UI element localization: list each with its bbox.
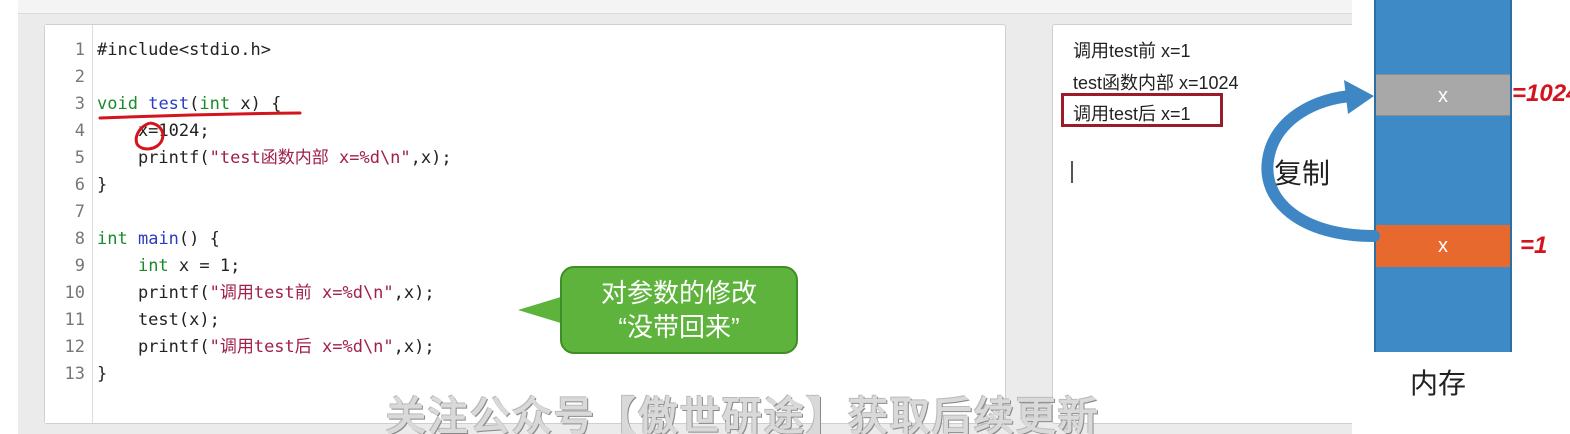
code-token: ,x); — [393, 283, 435, 303]
code-line[interactable]: 2 — [45, 64, 945, 91]
line-number: 8 — [74, 229, 85, 249]
code-token: } — [97, 175, 108, 195]
code-token: test — [148, 94, 190, 114]
code-token: int — [137, 256, 169, 276]
code-token: () { — [178, 229, 220, 249]
code-token: printf( — [97, 337, 210, 357]
code-token: ( — [189, 94, 200, 114]
code-line[interactable]: 12 printf("调用test后 x=%d\n",x); — [45, 334, 945, 361]
line-number: 13 — [64, 364, 85, 384]
output-line-inside: test函数内部 x=1024 — [1073, 73, 1239, 93]
code-line[interactable]: 8 int main() { — [45, 226, 945, 253]
code-text: printf("调用test后 x=%d\n",x); — [97, 334, 435, 361]
line-number: 11 — [64, 310, 85, 330]
memory-cell-param-x: x — [1376, 74, 1510, 116]
callout-line-2: “没带回来” — [618, 312, 740, 342]
code-token: int — [97, 229, 128, 249]
code-token: main — [137, 229, 179, 249]
handwritten-note-1: =1 — [1520, 232, 1548, 259]
memory-cell-main-x: x — [1376, 225, 1510, 267]
code-text: printf("test函数内部 x=%d\n",x); — [97, 145, 452, 172]
code-text: x=1024; — [97, 118, 210, 145]
line-number: 5 — [74, 148, 85, 168]
code-text: int x = 1; — [97, 253, 240, 280]
callout-line-1: 对参数的修改 — [600, 278, 757, 308]
code-text: #include<stdio.h> — [97, 37, 271, 64]
code-token: "调用test前 x=%d\n" — [209, 283, 394, 303]
code-line[interactable]: 1 #include<stdio.h> — [45, 37, 945, 64]
code-token: ,x); — [393, 337, 435, 357]
code-line[interactable]: 9 int x = 1; — [45, 253, 945, 280]
video-subtitle: 关注公众号【傲世研途】获取后续更新 — [386, 395, 1100, 434]
code-token: x = 1; — [168, 256, 241, 276]
code-token: x) { — [230, 94, 282, 114]
callout-tail — [518, 296, 564, 324]
code-token: #include<stdio.h> — [97, 40, 271, 60]
line-number: 4 — [74, 121, 85, 141]
code-text: } — [97, 172, 107, 199]
line-number: 6 — [74, 175, 85, 195]
code-line[interactable]: 6} — [45, 172, 945, 199]
line-number: 2 — [74, 67, 85, 87]
code-token: x=1024; — [97, 121, 210, 141]
code-token: printf( — [97, 283, 210, 303]
line-number: 10 — [64, 283, 85, 303]
code-text: } — [97, 361, 107, 388]
code-token: void — [97, 94, 138, 114]
code-token: test(x); — [97, 310, 220, 330]
output-console[interactable]: 调用test前 x=1 test函数内部 x=1024 调用test后 x=1 — [1052, 24, 1352, 424]
code-line[interactable]: 5 printf("test函数内部 x=%d\n",x); — [45, 145, 945, 172]
memory-column — [1374, 0, 1512, 352]
code-text: printf("调用test前 x=%d\n",x); — [97, 280, 435, 307]
code-line[interactable]: 11 test(x); — [45, 307, 945, 334]
memory-label: 内存 — [1410, 368, 1467, 399]
output-line-after: 调用test后 x=1 — [1073, 104, 1191, 124]
line-number: 3 — [74, 94, 85, 114]
code-token: } — [97, 364, 108, 384]
code-token: printf( — [97, 148, 210, 168]
text-cursor — [1071, 161, 1073, 183]
line-number: 9 — [74, 256, 85, 276]
code-text: void test(int x) { — [97, 91, 281, 118]
handwritten-note-1024: =1024 — [1512, 80, 1570, 107]
code-text: int main() { — [97, 226, 220, 253]
code-line[interactable]: 7 — [45, 199, 945, 226]
code-token: "test函数内部 x=%d\n" — [209, 148, 411, 168]
code-text: test(x); — [97, 307, 220, 334]
code-editor[interactable]: 1 #include<stdio.h> 2 3 void test(int x) {4 … — [44, 24, 1006, 424]
code-line[interactable]: 10 printf("调用test前 x=%d\n",x); — [45, 280, 945, 307]
line-number: 12 — [64, 337, 85, 357]
code-token: ,x); — [410, 148, 452, 168]
line-number: 7 — [74, 202, 85, 222]
top-toolbar-strip — [18, 0, 1352, 14]
callout-bubble: 对参数的修改 “没带回来” — [560, 266, 798, 354]
copy-label: 复制 — [1274, 158, 1331, 189]
line-number: 1 — [74, 40, 85, 60]
code-token: int — [199, 94, 231, 114]
code-token: "调用test后 x=%d\n" — [209, 337, 394, 357]
code-line[interactable]: 4 x=1024; — [45, 118, 945, 145]
output-line-before: 调用test前 x=1 — [1073, 41, 1191, 61]
code-line[interactable]: 3 void test(int x) { — [45, 91, 945, 118]
